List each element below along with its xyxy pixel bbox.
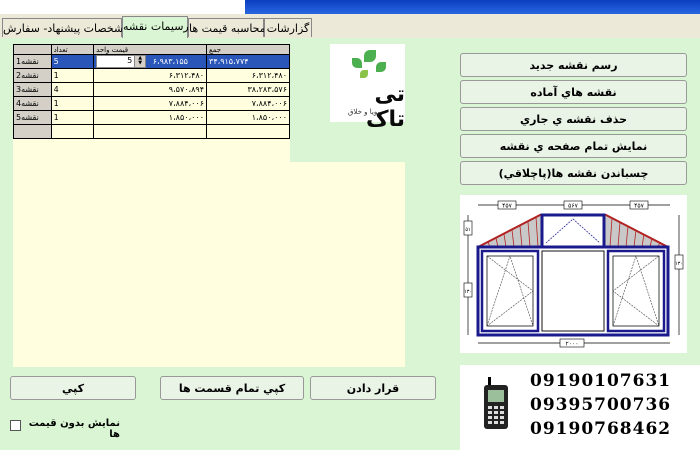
window-drawing-preview[interactable]: ۴۵۷ ۵۶۷ ۴۵۷ ۵۱ ۱۳۰ ۱۳۰ ۲۰۰۰ — [460, 195, 687, 353]
delete-drawing-button[interactable]: حذف نقشه ي جاري — [460, 107, 687, 131]
leaf-icon — [376, 62, 386, 72]
table-row[interactable]: نقشه2 1 ۶،۳۱۲،۴۸۰ ۶،۳۱۲،۴۸۰ — [13, 68, 290, 83]
row-name[interactable]: نقشه1 — [13, 54, 52, 69]
row-name-empty[interactable] — [13, 124, 52, 139]
dim-top-left: ۴۵۷ — [502, 203, 512, 210]
unit-price-cell[interactable]: ۹،۵۷۰،۸۹۴ — [93, 82, 208, 97]
show-without-prices-checkbox[interactable]: نمايش بدون قيمت ها — [10, 418, 120, 440]
drawings-grid: تعداد قيمت واحد جمع نقشه1 5 5 ▲ ▼ ۶،۹۸۳،۱… — [13, 44, 290, 162]
stick-drawings-button[interactable]: چسباندن نقشه ها(پاچلاقي) — [460, 161, 687, 185]
tab-strip: مشخصات پیشنهاد- سفارش ترسیمات نقشه محاسب… — [0, 14, 700, 39]
mobile-phone-icon — [484, 377, 508, 429]
logo-brand-text: تی تاک — [365, 82, 405, 132]
dim-left-main: ۱۳۰ — [464, 289, 472, 295]
row-name[interactable]: نقشه3 — [13, 82, 52, 97]
unit-price-cell[interactable]: 5 ▲ ▼ ۶،۹۸۳،۱۵۵ — [93, 54, 208, 69]
row-name[interactable]: نقشه4 — [13, 96, 52, 111]
sum-cell[interactable]: ۳۴،۹۱۵،۷۷۴ — [206, 54, 290, 69]
phone-number: 09190107631 — [530, 371, 672, 391]
tab-drawings[interactable]: ترسیمات نقشه — [122, 16, 193, 38]
qty-cell[interactable]: 1 — [50, 96, 95, 111]
place-button[interactable]: قرار دادن — [310, 376, 436, 400]
title-bar — [0, 0, 700, 14]
checkbox-label: نمايش بدون قيمت ها — [28, 418, 120, 440]
qty-cell-empty[interactable] — [50, 124, 95, 139]
copy-button[interactable]: كپي — [10, 376, 136, 400]
checkbox-box[interactable] — [10, 420, 21, 431]
phone-number: 09190768462 — [530, 419, 672, 439]
tab-reports[interactable]: گزارشات — [264, 18, 312, 37]
stepper-arrows-icon[interactable]: ▲ ▼ — [134, 56, 146, 67]
qty-stepper-value: 5 — [127, 56, 133, 65]
logo-slogan: پویا و خلاق — [348, 108, 380, 116]
ready-drawings-button[interactable]: نقشه هاي آماده — [460, 80, 687, 104]
copy-all-button[interactable]: كپي تمام قسمت ها — [160, 376, 304, 400]
row-name[interactable]: نقشه2 — [13, 68, 52, 83]
leaf-icon — [352, 58, 362, 68]
company-logo: تی تاک پویا و خلاق — [330, 44, 405, 132]
table-row[interactable]: نقشه5 1 ۱،۸۵۰،۰۰۰ ۱،۸۵۰،۰۰۰ — [13, 110, 290, 125]
tab-order-details[interactable]: مشخصات پیشنهاد- سفارش — [2, 18, 130, 37]
sum-cell[interactable]: ۱،۸۵۰،۰۰۰ — [206, 110, 290, 125]
grid-header-row: تعداد قيمت واحد جمع — [13, 44, 290, 55]
sum-cell[interactable]: ۳۸،۲۸۳،۵۷۶ — [206, 82, 290, 97]
table-row[interactable]: نقشه1 5 5 ▲ ▼ ۶،۹۸۳،۱۵۵ ۳۴،۹۱۵،۷۷۴ — [13, 54, 290, 69]
dim-right-main: ۱۳۰ — [675, 261, 683, 267]
row-name[interactable]: نقشه5 — [13, 110, 52, 125]
qty-cell[interactable]: 4 — [50, 82, 95, 97]
unit-price-value: ۶،۹۸۳،۱۵۵ — [152, 57, 188, 66]
new-drawing-button[interactable]: رسم نقشه جديد — [460, 53, 687, 77]
title-bar-blank — [0, 0, 245, 14]
grid-empty-area — [13, 162, 405, 367]
sum-cell[interactable]: ۷،۸۸۴،۰۰۶ — [206, 96, 290, 111]
unit-price-cell[interactable]: ۶،۳۱۲،۴۸۰ — [93, 68, 208, 83]
unit-price-cell[interactable]: ۱،۸۵۰،۰۰۰ — [93, 110, 208, 125]
dim-top-mid: ۵۶۷ — [568, 203, 578, 210]
unit-price-cell-empty[interactable] — [93, 124, 208, 139]
dim-top-right: ۴۵۷ — [634, 203, 644, 210]
window-drawing-svg: ۴۵۷ ۵۶۷ ۴۵۷ ۵۱ ۱۳۰ ۱۳۰ ۲۰۰۰ — [463, 200, 684, 348]
col-qty-header[interactable]: تعداد — [50, 44, 95, 55]
qty-cell[interactable]: 5 — [50, 54, 95, 69]
tab-price-calc[interactable]: محاسبه قیمت ها — [188, 18, 266, 37]
grid-corner — [13, 44, 52, 55]
unit-price-cell[interactable]: ۷،۸۸۴،۰۰۶ — [93, 96, 208, 111]
col-sum-header[interactable]: جمع — [206, 44, 290, 55]
dim-bottom: ۲۰۰۰ — [566, 341, 579, 348]
contact-phones: 09190107631 09395700736 09190768462 — [460, 365, 700, 450]
dim-left-top: ۵۱ — [465, 227, 470, 233]
qty-cell[interactable]: 1 — [50, 68, 95, 83]
qty-stepper[interactable]: 5 ▲ ▼ — [96, 55, 147, 68]
leaf-icon — [360, 70, 368, 78]
table-row[interactable]: نقشه3 4 ۹،۵۷۰،۸۹۴ ۳۸،۲۸۳،۵۷۶ — [13, 82, 290, 97]
col-unit-price-header[interactable]: قيمت واحد — [93, 44, 208, 55]
qty-cell[interactable]: 1 — [50, 110, 95, 125]
sum-cell-empty[interactable] — [206, 124, 290, 139]
fullscreen-drawing-button[interactable]: نمايش تمام صفحه ي نقشه — [460, 134, 687, 158]
table-row[interactable]: نقشه4 1 ۷،۸۸۴،۰۰۶ ۷،۸۸۴،۰۰۶ — [13, 96, 290, 111]
leaf-icon — [364, 50, 376, 62]
sum-cell[interactable]: ۶،۳۱۲،۴۸۰ — [206, 68, 290, 83]
table-row-empty[interactable] — [13, 124, 290, 139]
phone-number: 09395700736 — [530, 395, 672, 415]
